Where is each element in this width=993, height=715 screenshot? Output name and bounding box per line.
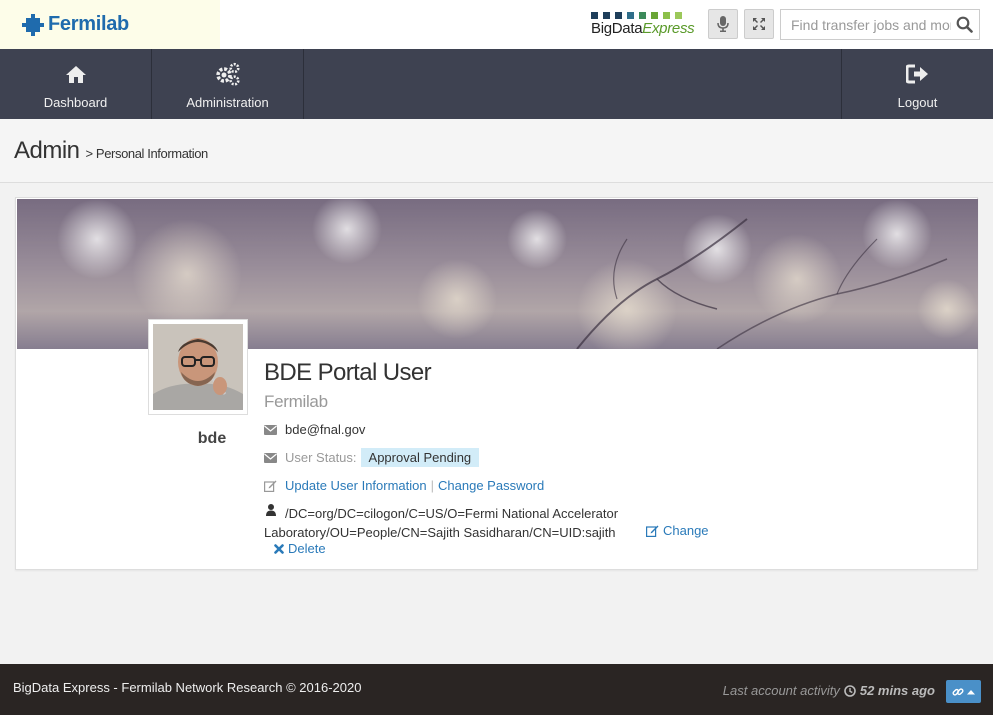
page-title: Admin [14, 136, 80, 164]
edit-icon [264, 480, 277, 492]
brand-logo[interactable]: Fermilab [0, 0, 220, 49]
envelope-icon [264, 452, 277, 463]
status-label: User Status: [285, 450, 357, 465]
last-activity-label: Last account activity [722, 683, 840, 698]
delete-dn-button[interactable]: Delete [274, 541, 326, 556]
fullscreen-button[interactable] [744, 9, 774, 39]
search-box [780, 9, 980, 40]
microphone-button[interactable] [708, 9, 738, 39]
profile-card: bde BDE Portal User Fermilab bde@fnal.go… [15, 197, 978, 570]
edit-icon [646, 525, 659, 537]
main-navbar: Dashboard Administration Logout [0, 49, 993, 119]
nav-dashboard[interactable]: Dashboard [0, 49, 152, 119]
user-photo-icon [153, 324, 243, 410]
bigdata-express-logo: BigDataExpress [591, 12, 695, 40]
footer: BigData Express - Fermilab Network Resea… [0, 664, 993, 715]
email-value: bde@fnal.gov [285, 422, 366, 437]
sign-out-icon [905, 64, 928, 84]
dn-line-1: /DC=org/DC=cilogon/C=US/O=Fermi National… [285, 506, 619, 521]
delete-dn-label: Delete [288, 541, 326, 556]
nav-administration-label: Administration [186, 95, 269, 110]
search-input[interactable] [781, 10, 951, 39]
footer-copyright: BigData Express - Fermilab Network Resea… [13, 680, 362, 695]
account-links-row: Update User Information | Change Passwor… [264, 478, 544, 493]
brand-name: Fermilab [48, 13, 129, 35]
breadcrumb: Admin > Personal Information [0, 119, 993, 183]
nav-dashboard-label: Dashboard [43, 95, 108, 110]
gears-icon [215, 62, 240, 86]
distinguished-name: /DC=org/DC=cilogon/C=US/O=Fermi National… [264, 504, 634, 542]
profile-name: BDE Portal User [264, 359, 432, 386]
expand-icon [753, 18, 765, 30]
profile-organization: Fermilab [264, 392, 328, 411]
home-icon [65, 65, 86, 83]
status-badge: Approval Pending [360, 448, 480, 467]
nav-logout-label: Logout [897, 95, 938, 110]
microphone-icon [717, 16, 729, 32]
email-row: bde@fnal.gov [264, 422, 365, 437]
change-dn-button[interactable]: Change [646, 523, 709, 538]
footer-toggle-button[interactable] [946, 680, 981, 703]
product-name-part2: Express [642, 20, 695, 37]
product-name-part1: BigData [591, 20, 643, 37]
fermilab-logo-icon [22, 13, 44, 36]
search-icon[interactable] [956, 16, 973, 33]
envelope-icon [264, 424, 277, 435]
avatar[interactable] [148, 319, 248, 415]
last-activity: Last account activity 52 mins ago [723, 683, 935, 698]
last-activity-value: 52 mins ago [859, 683, 935, 698]
caret-up-icon [967, 689, 975, 694]
link-icon [952, 687, 964, 696]
close-icon [274, 543, 284, 554]
change-password-link[interactable]: Change Password [438, 478, 544, 493]
page-subtitle: > Personal Information [85, 146, 209, 161]
clock-icon [844, 684, 856, 697]
nav-administration[interactable]: Administration [152, 49, 304, 119]
username: bde [197, 430, 227, 447]
update-user-info-link[interactable]: Update User Information [285, 478, 427, 493]
status-row: User Status: Approval Pending [264, 448, 480, 467]
dn-line-2: Laboratory/OU=People/CN=Sajith Sasidhara… [264, 525, 616, 540]
nav-logout[interactable]: Logout [841, 49, 993, 119]
change-dn-label: Change [663, 523, 709, 538]
top-header: Fermilab BigDataExpress [0, 0, 993, 49]
